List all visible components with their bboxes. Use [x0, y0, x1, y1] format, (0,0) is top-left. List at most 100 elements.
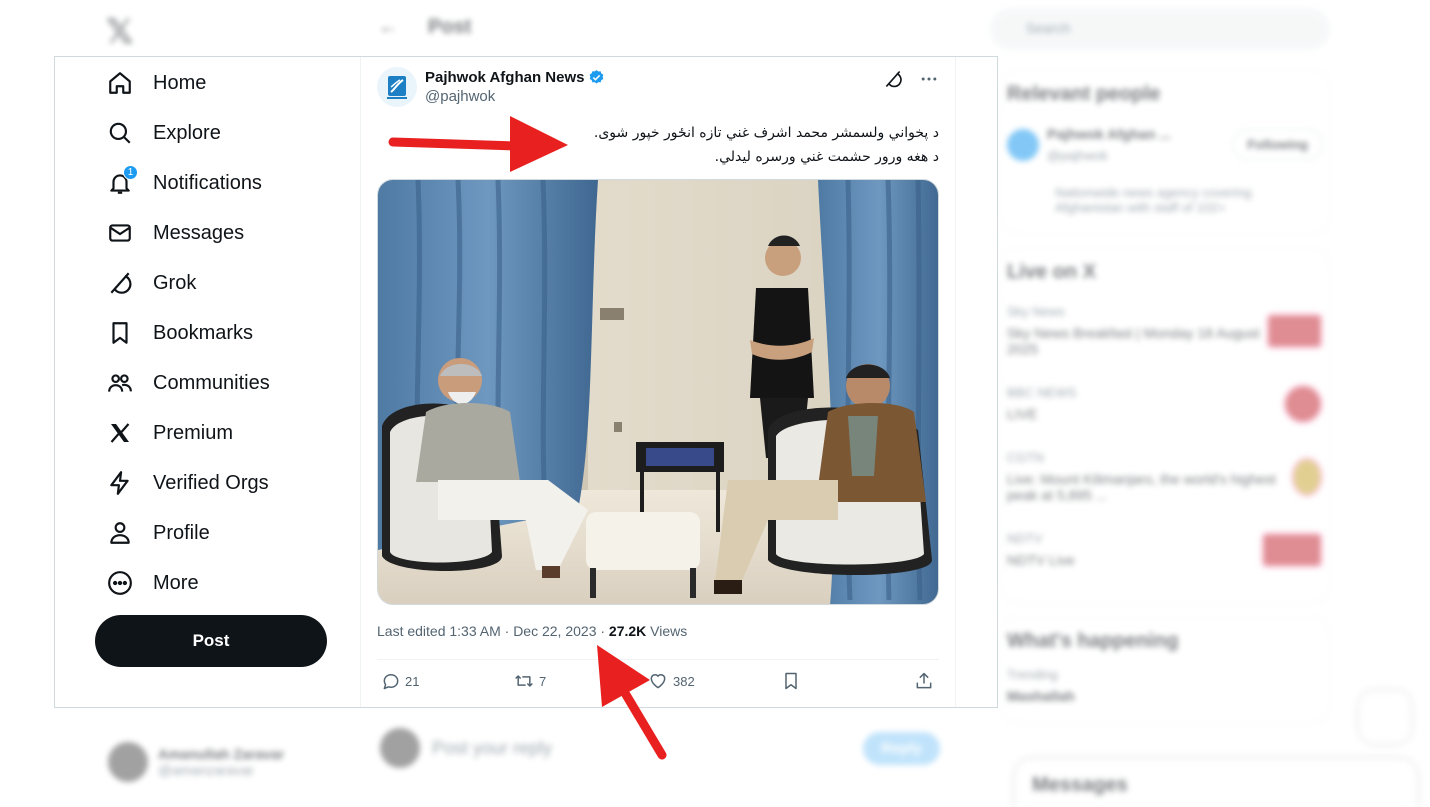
sidebar-item-notifications[interactable]: 1 Notifications — [107, 165, 262, 198]
sidebar: Home Explore 1 Notifications Messages Gr… — [55, 57, 361, 707]
post-header-title: Post — [428, 16, 472, 38]
sidebar-item-explore[interactable]: Explore — [107, 118, 221, 148]
live-thumbnail — [1261, 531, 1323, 568]
sidebar-item-more[interactable]: More — [107, 568, 199, 598]
current-user-name: Amanullah Zaravar — [158, 746, 285, 762]
relevant-people-title: Relevant people — [1007, 83, 1161, 105]
more-options-icon[interactable] — [919, 69, 939, 94]
post-header: ← Post — [378, 16, 471, 39]
sidebar-item-label: Profile — [153, 521, 210, 544]
sidebar-item-messages[interactable]: Messages — [107, 218, 244, 248]
heart-icon — [650, 674, 666, 689]
bookmark-icon — [107, 320, 133, 346]
sidebar-item-communities[interactable]: Communities — [107, 368, 270, 398]
share-button[interactable] — [914, 671, 934, 691]
tweet-text-line: د پخواني ولسمشر محمد اشرف غني تازه انځور… — [593, 125, 939, 141]
reply-composer: Post your reply Reply — [380, 728, 940, 768]
tweet-detail: Pajhwok Afghan News @pajhwok د پخواني ول… — [361, 57, 956, 707]
trend-name[interactable]: Mashallah — [1007, 688, 1323, 704]
live-source: NDTV — [1007, 531, 1043, 546]
relevant-person-bio: Nationwide news agency covering Afghanis… — [1055, 185, 1252, 215]
like-count: 382 — [673, 673, 695, 689]
tweet-photo[interactable] — [377, 179, 939, 605]
author-name[interactable]: Pajhwok Afghan News — [425, 69, 584, 86]
sidebar-item-label: Explore — [153, 121, 221, 144]
views-count: 27.2K — [608, 623, 647, 639]
live-thumbnail — [1266, 312, 1323, 349]
photo-meeting-image — [378, 180, 938, 604]
sidebar-item-label: Bookmarks — [153, 321, 254, 344]
sidebar-item-label: Communities — [153, 371, 270, 394]
post-button[interactable]: Post — [95, 615, 327, 667]
sidebar-item-label: Premium — [153, 421, 234, 444]
live-thumbnail — [1283, 383, 1323, 424]
live-item-title: Live: Mount Kilimanjaro, the world's hig… — [1007, 471, 1276, 503]
sidebar-item-bookmarks[interactable]: Bookmarks — [107, 318, 253, 348]
bookmark-icon — [785, 672, 797, 690]
avatar — [108, 742, 148, 782]
search-input[interactable]: Search — [990, 8, 1330, 50]
tweet-top-actions — [883, 69, 939, 94]
tweet-timestamp[interactable]: Last edited 1:33 AM · Dec 22, 2023 · — [377, 623, 609, 639]
live-item[interactable]: Sky News Sky News Breakfast | Monday 18 A… — [1007, 298, 1323, 363]
tweet-meta: Last edited 1:33 AM · Dec 22, 2023 · 27.… — [377, 623, 687, 639]
tweet-text: د پخواني ولسمشر محمد اشرف غني تازه انځور… — [419, 121, 939, 169]
envelope-icon — [107, 220, 133, 246]
live-source: BBC NEWS — [1007, 385, 1077, 400]
back-arrow-icon[interactable]: ← — [378, 16, 398, 39]
pajhwok-logo-icon — [387, 76, 407, 99]
x-logo-icon[interactable]: 𝕏 — [106, 12, 133, 52]
sidebar-item-profile[interactable]: Profile — [107, 518, 210, 548]
live-item-title: LIVE — [1007, 406, 1038, 422]
reply-count: 21 — [405, 673, 420, 689]
sidebar-item-verified-orgs[interactable]: Verified Orgs — [107, 468, 269, 498]
avatar — [380, 728, 420, 768]
following-button[interactable]: Following — [1232, 129, 1323, 160]
live-source: CGTN — [1007, 450, 1044, 465]
live-item[interactable]: NDTV NDTV Live — [1007, 525, 1323, 574]
communities-icon — [107, 370, 133, 396]
grok-icon — [107, 270, 133, 296]
right-column: Relevant people Pajhwok Afghan ... @pajh… — [1000, 70, 1330, 737]
grok-icon[interactable] — [883, 69, 903, 94]
more-circle-icon — [107, 570, 133, 596]
live-item[interactable]: CGTN Live: Mount Kilimanjaro, the world's… — [1007, 444, 1323, 509]
share-icon — [916, 672, 932, 689]
sidebar-item-grok[interactable]: Grok — [107, 268, 196, 298]
bookmark-button[interactable] — [781, 671, 801, 691]
avatar[interactable] — [1007, 128, 1039, 161]
current-user-handle: @amanzaravar — [158, 762, 254, 778]
sidebar-item-label: More — [153, 571, 199, 594]
home-icon — [107, 70, 133, 96]
reply-button[interactable]: Reply — [863, 731, 940, 765]
repost-button[interactable]: 7 — [513, 671, 546, 691]
live-card: Live on X Sky News Sky News Breakfast | M… — [1000, 248, 1330, 603]
tweet-author: Pajhwok Afghan News @pajhwok — [377, 67, 605, 107]
live-thumbnail — [1291, 456, 1323, 497]
live-item-title: NDTV Live — [1007, 552, 1075, 568]
sidebar-item-home[interactable]: Home — [107, 68, 206, 98]
sidebar-item-label: Home — [153, 71, 207, 94]
verified-badge-icon — [590, 70, 604, 84]
relevant-person-name[interactable]: Pajhwok Afghan ... — [1047, 126, 1171, 142]
divider — [377, 659, 939, 660]
sidebar-item-premium[interactable]: Premium — [107, 418, 233, 448]
reply-button[interactable]: 21 — [381, 671, 419, 691]
account-switcher[interactable]: Amanullah Zaravar @amanzaravar — [108, 742, 284, 782]
grok-fab[interactable] — [1360, 692, 1410, 742]
messages-drawer[interactable]: Messages — [1016, 760, 1416, 807]
tweet-text-line: د هغه ورور حشمت غني ورسره ليدلي. — [714, 149, 939, 165]
tweet-actions: 21 7 382 — [381, 671, 941, 697]
reply-icon — [383, 674, 399, 690]
sidebar-item-label: Verified Orgs — [153, 471, 269, 494]
author-handle[interactable]: @pajhwok — [425, 88, 605, 105]
whats-happening-title: What's happening — [1007, 630, 1179, 652]
search-icon — [107, 120, 133, 146]
live-source: Sky News — [1007, 304, 1065, 319]
reply-input[interactable]: Post your reply — [432, 738, 552, 759]
live-title: Live on X — [1007, 261, 1096, 283]
live-item[interactable]: BBC NEWS LIVE — [1007, 379, 1323, 428]
like-button[interactable]: 382 — [647, 671, 695, 691]
sidebar-item-label: Notifications — [153, 171, 262, 194]
avatar[interactable] — [377, 67, 417, 107]
